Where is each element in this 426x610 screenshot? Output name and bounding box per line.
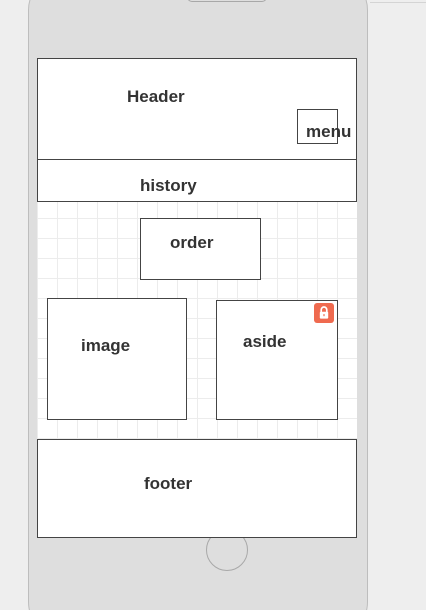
page: Header menu history order image aside fo… <box>0 0 426 610</box>
footer-label: footer <box>144 474 193 493</box>
menu-label: menu <box>306 122 352 141</box>
top-edge-line <box>370 2 426 3</box>
lock-icon[interactable] <box>314 303 334 323</box>
image-section[interactable] <box>47 298 187 420</box>
image-label: image <box>81 336 131 355</box>
lock-icon-svg <box>319 306 329 319</box>
aside-label: aside <box>243 332 287 351</box>
header-label: Header <box>127 87 185 106</box>
phone-speaker <box>187 0 267 2</box>
footer-section[interactable] <box>37 439 357 538</box>
history-section[interactable] <box>37 159 357 202</box>
history-label: history <box>140 176 197 195</box>
order-label: order <box>170 233 214 252</box>
